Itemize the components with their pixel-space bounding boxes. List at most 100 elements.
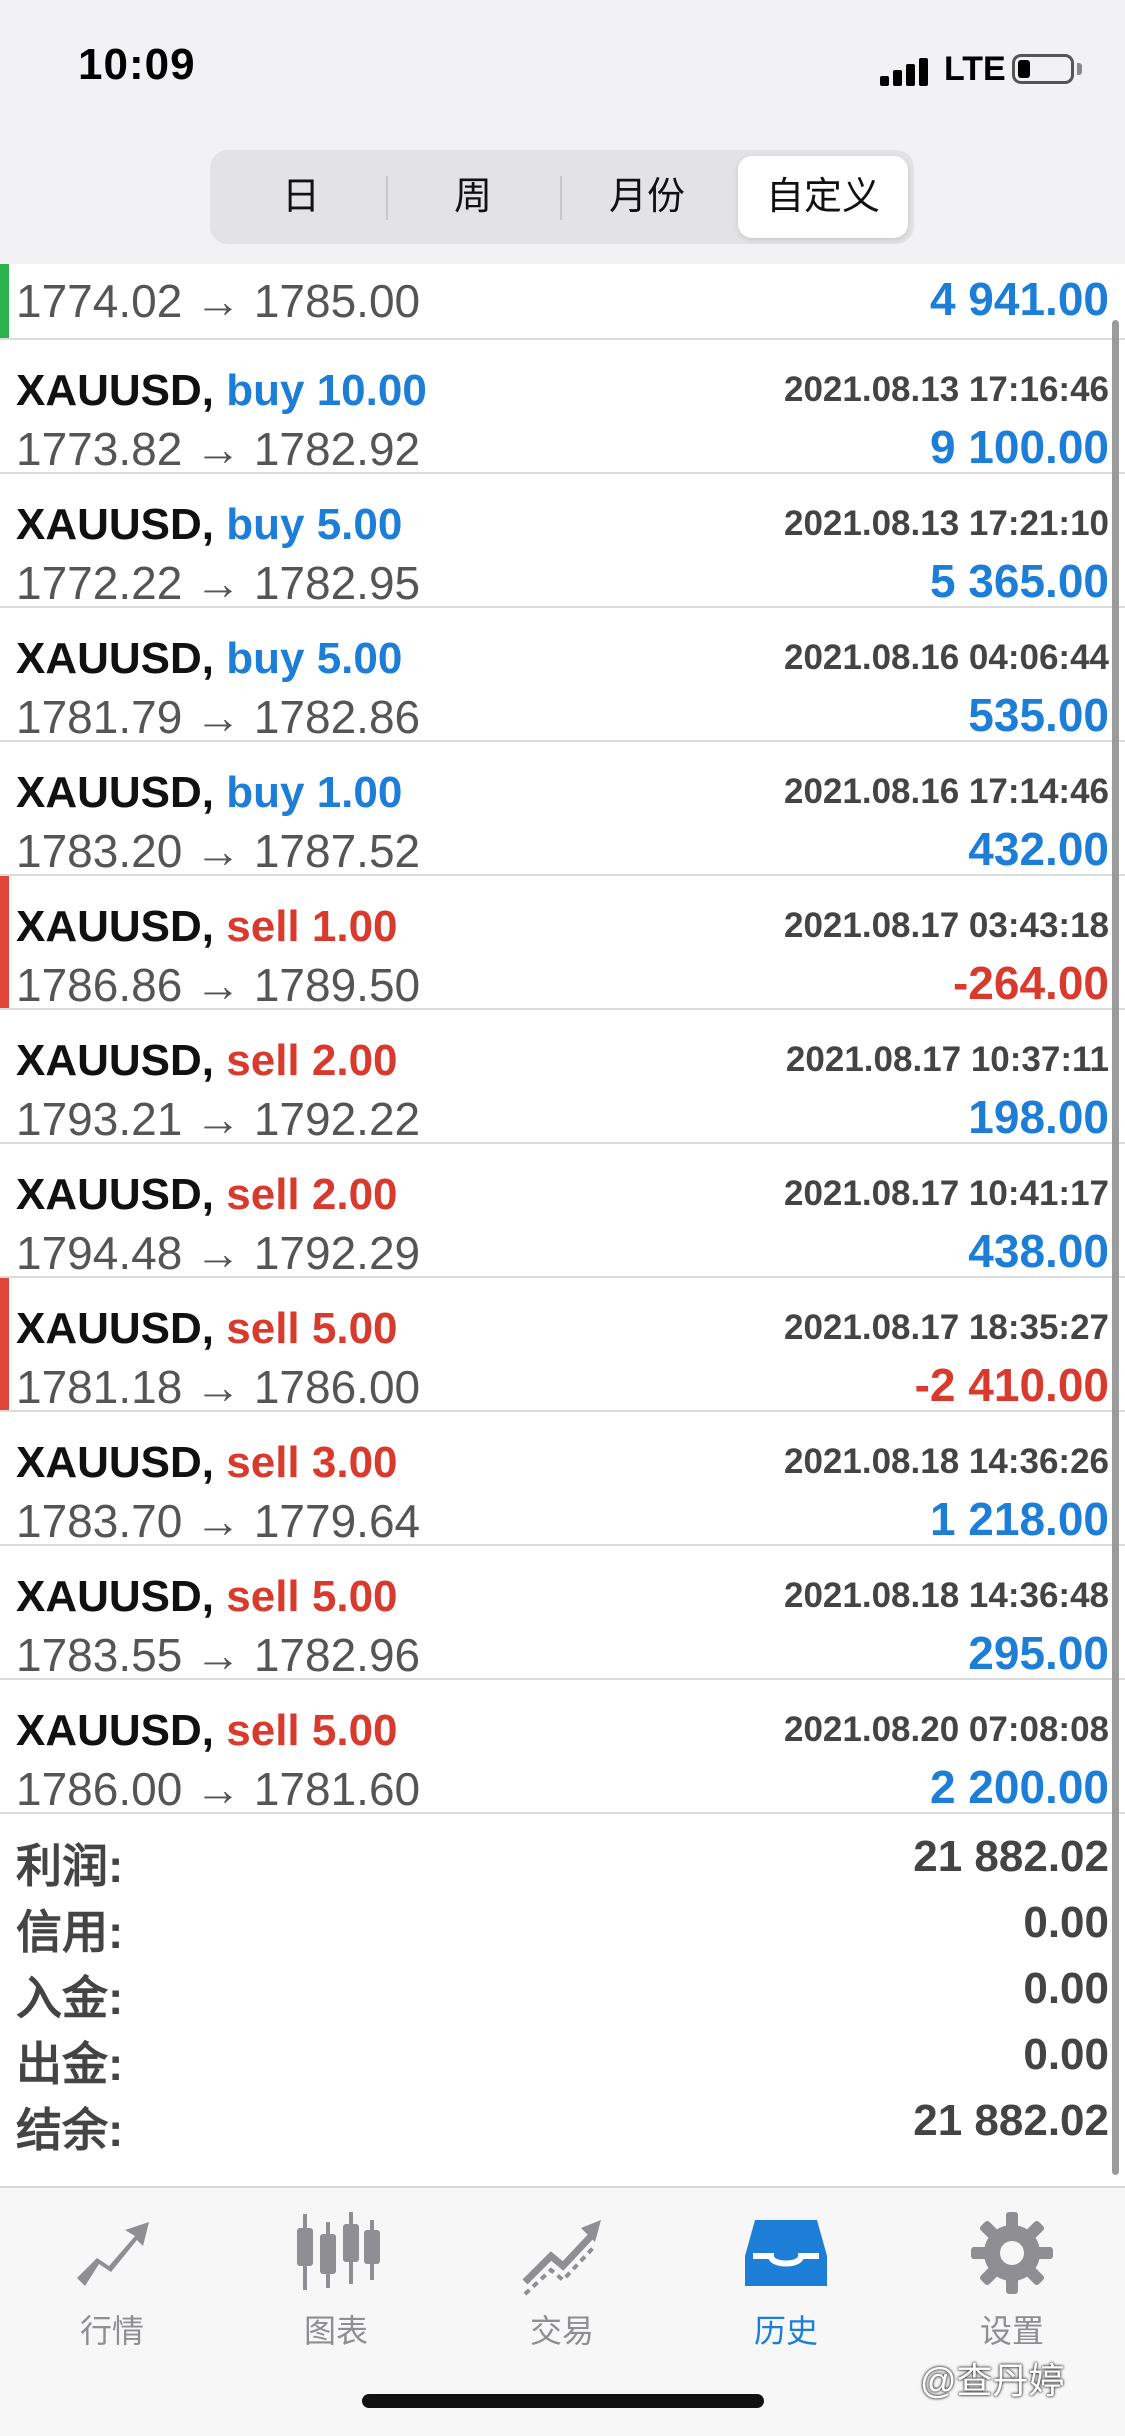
tabbar-item-settings[interactable]: 设置 bbox=[937, 2208, 1087, 2352]
deal-symbol: XAUUSD, bbox=[16, 634, 215, 683]
list-item[interactable]: XAUUSD, buy 5.00 2021.08.13 17:21:10 177… bbox=[0, 474, 1125, 609]
deal-side: buy 5.00 bbox=[226, 634, 403, 683]
summary-label: 利润: bbox=[16, 1840, 124, 1892]
deal-title: XAUUSD, buy 5.00 bbox=[16, 500, 402, 550]
deal-title: XAUUSD, sell 5.00 bbox=[16, 1304, 398, 1354]
deal-title: XAUUSD, buy 5.00 bbox=[16, 634, 402, 684]
deal-profit: 535.00 bbox=[968, 689, 1109, 741]
tabbar-item-history[interactable]: 历史 bbox=[711, 2208, 861, 2352]
deal-prices: 1783.70 → 1779.64 bbox=[16, 1495, 421, 1547]
list-item[interactable]: XAUUSD, sell 5.00 2021.08.17 18:35:27 17… bbox=[0, 1278, 1125, 1413]
list-item[interactable]: XAUUSD, buy 10.00 2021.08.13 17:16:46 17… bbox=[0, 340, 1125, 475]
deal-time: 2021.08.13 17:16:46 bbox=[784, 370, 1109, 409]
signal-icon bbox=[880, 56, 936, 86]
deal-prices: 1772.22 → 1782.95 bbox=[16, 557, 421, 609]
list-item[interactable]: XAUUSD, sell 2.00 2021.08.17 10:37:11 17… bbox=[0, 1010, 1125, 1145]
deal-symbol: XAUUSD, bbox=[16, 902, 215, 951]
deal-prices: 1773.82 → 1782.92 bbox=[16, 423, 421, 475]
summary-value: 0.00 bbox=[1023, 1964, 1109, 2013]
tab-week[interactable]: 周 bbox=[388, 156, 558, 238]
tab-day[interactable]: 日 bbox=[216, 156, 386, 238]
deal-side: sell 5.00 bbox=[226, 1572, 398, 1621]
deal-prices: 1783.55 → 1782.96 bbox=[16, 1629, 421, 1681]
deal-profit: -264.00 bbox=[952, 957, 1109, 1009]
summary-value: 0.00 bbox=[1023, 1898, 1109, 1947]
period-segmented-control: 日 周 月份 自定义 bbox=[210, 150, 914, 244]
list-item[interactable]: XAUUSD, sell 3.00 2021.08.18 14:36:26 17… bbox=[0, 1412, 1125, 1547]
trade-icon bbox=[522, 2220, 601, 2296]
deal-title: XAUUSD, buy 1.00 bbox=[16, 768, 402, 818]
deal-symbol: XAUUSD, bbox=[16, 1036, 215, 1085]
deal-side: buy 10.00 bbox=[226, 366, 427, 415]
summary-label: 入金: bbox=[16, 1972, 124, 2024]
deal-profit: 432.00 bbox=[968, 823, 1109, 875]
deal-title: XAUUSD, buy 10.00 bbox=[16, 366, 427, 416]
list-item[interactable]: XAUUSD, buy 1.00 2021.08.16 17:14:46 178… bbox=[0, 742, 1125, 877]
deal-side: sell 5.00 bbox=[226, 1304, 398, 1353]
summary-value: 0.00 bbox=[1023, 2030, 1109, 2079]
deal-time: 2021.08.17 18:35:27 bbox=[784, 1308, 1109, 1347]
status-time: 10:09 bbox=[78, 40, 196, 89]
deal-symbol: XAUUSD, bbox=[16, 1170, 215, 1219]
tabbar-label: 行情 bbox=[79, 2313, 144, 2349]
deal-title: XAUUSD, sell 2.00 bbox=[16, 1036, 398, 1086]
tabbar-item-quotes[interactable]: 行情 bbox=[37, 2208, 187, 2352]
deal-side: sell 2.00 bbox=[226, 1170, 398, 1219]
deal-title: XAUUSD, sell 2.00 bbox=[16, 1170, 398, 1220]
deal-title: XAUUSD, sell 5.00 bbox=[16, 1706, 398, 1756]
deal-time: 2021.08.20 07:08:08 bbox=[784, 1710, 1109, 1749]
tab-custom[interactable]: 自定义 bbox=[738, 156, 908, 238]
period-header: 日 周 月份 自定义 bbox=[0, 130, 1125, 264]
deal-side: sell 3.00 bbox=[226, 1438, 398, 1487]
summary-credit: 信用: 0.00 bbox=[0, 1892, 1125, 1958]
deal-profit: -2 410.00 bbox=[914, 1359, 1109, 1411]
summary-label: 出金: bbox=[16, 2038, 124, 2090]
deal-profit: 9 100.00 bbox=[929, 421, 1109, 473]
deal-time: 2021.08.18 14:36:26 bbox=[784, 1442, 1109, 1481]
deal-symbol: XAUUSD, bbox=[16, 1706, 215, 1755]
tab-month[interactable]: 月份 bbox=[562, 156, 732, 238]
summary-balance: 结余: 21 882.02 bbox=[0, 2090, 1125, 2156]
watermark: @查丹婷 bbox=[920, 2360, 1065, 2401]
deal-profit: 1 218.00 bbox=[929, 1493, 1109, 1545]
status-bar: 10:09 LTE bbox=[0, 0, 1125, 130]
deal-prices: 1786.86 → 1789.50 bbox=[16, 959, 421, 1011]
deal-side: sell 1.00 bbox=[226, 902, 398, 951]
network-label: LTE bbox=[944, 50, 1006, 88]
deal-prices: 1783.20 → 1787.52 bbox=[16, 825, 421, 877]
settings-icon bbox=[971, 2212, 1053, 2294]
deal-symbol: XAUUSD, bbox=[16, 1304, 215, 1353]
list-item[interactable]: XAUUSD, buy 5.00 2021.08.16 04:06:44 178… bbox=[0, 608, 1125, 743]
chart-icon bbox=[297, 2212, 380, 2290]
deal-symbol: XAUUSD, bbox=[16, 500, 215, 549]
summary-deposit: 入金: 0.00 bbox=[0, 1958, 1125, 2024]
deal-profit: 198.00 bbox=[968, 1091, 1109, 1143]
list-item[interactable]: 1774.02 → 1785.00 4 941.00 bbox=[0, 264, 1125, 340]
deal-time: 2021.08.17 03:43:18 bbox=[784, 906, 1109, 945]
deal-prices: 1774.02 → 1785.00 bbox=[16, 275, 421, 327]
deal-symbol: XAUUSD, bbox=[16, 366, 215, 415]
list-item[interactable]: XAUUSD, sell 5.00 2021.08.18 14:36:48 17… bbox=[0, 1546, 1125, 1681]
tabbar-item-trade[interactable]: 交易 bbox=[487, 2208, 637, 2352]
deal-profit: 295.00 bbox=[968, 1627, 1109, 1679]
tabbar-item-chart[interactable]: 图表 bbox=[261, 2208, 411, 2352]
deal-title: XAUUSD, sell 3.00 bbox=[16, 1438, 398, 1488]
scrollbar[interactable] bbox=[1112, 320, 1119, 2175]
deal-prices: 1781.18 → 1786.00 bbox=[16, 1361, 421, 1413]
deal-time: 2021.08.17 10:41:17 bbox=[784, 1174, 1109, 1213]
deal-side: buy 5.00 bbox=[226, 500, 403, 549]
deal-prices: 1793.21 → 1792.22 bbox=[16, 1093, 421, 1145]
deal-profit: 5 365.00 bbox=[929, 555, 1109, 607]
summary-value: 21 882.02 bbox=[913, 2096, 1109, 2145]
deal-symbol: XAUUSD, bbox=[16, 1438, 215, 1487]
summary-label: 信用: bbox=[16, 1906, 124, 1958]
summary-withdrawal: 出金: 0.00 bbox=[0, 2024, 1125, 2090]
list-item[interactable]: XAUUSD, sell 2.00 2021.08.17 10:41:17 17… bbox=[0, 1144, 1125, 1279]
deal-title: XAUUSD, sell 5.00 bbox=[16, 1572, 398, 1622]
home-indicator[interactable] bbox=[362, 2394, 764, 2408]
list-item[interactable]: XAUUSD, sell 1.00 2021.08.17 03:43:18 17… bbox=[0, 876, 1125, 1011]
list-item[interactable]: XAUUSD, sell 5.00 2021.08.20 07:08:08 17… bbox=[0, 1680, 1125, 1815]
deal-profit: 438.00 bbox=[968, 1225, 1109, 1277]
deal-side: sell 5.00 bbox=[226, 1706, 398, 1755]
deal-prices: 1794.48 → 1792.29 bbox=[16, 1227, 421, 1279]
